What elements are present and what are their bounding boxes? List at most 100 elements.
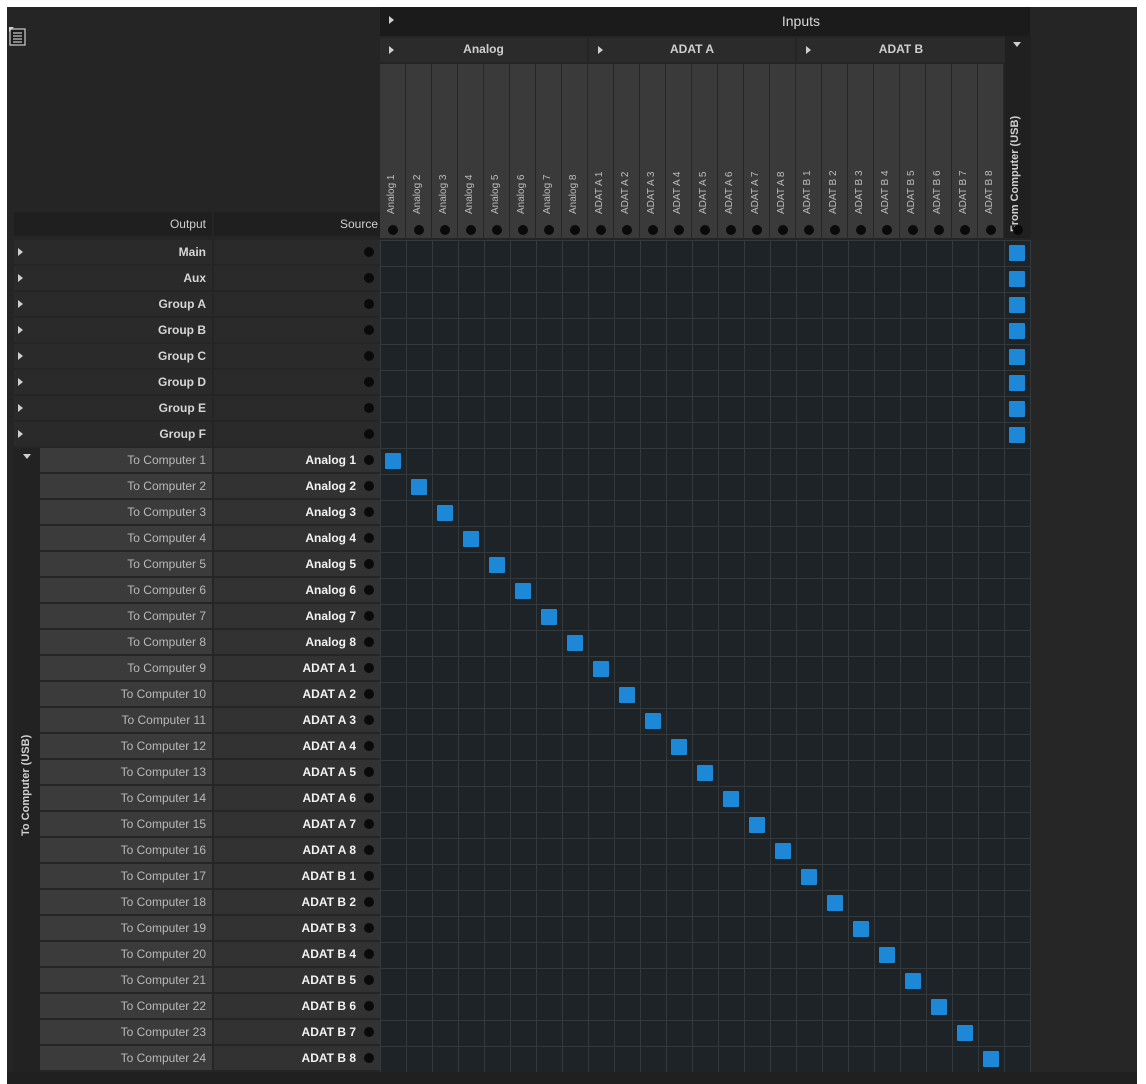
input-channel-header[interactable]: ADAT B 4 <box>874 64 900 238</box>
computer-output-source[interactable]: ADAT A 4 <box>214 734 380 758</box>
input-channel-header[interactable]: ADAT A 6 <box>718 64 744 238</box>
mix-output-row[interactable]: Group D <box>7 370 380 394</box>
computer-output-row[interactable]: To Computer 1 Analog 1 <box>7 448 380 472</box>
computer-output-row[interactable]: To Computer 4 Analog 4 <box>7 526 380 550</box>
active-route-cell[interactable] <box>1009 271 1025 287</box>
mix-output-source[interactable] <box>214 396 380 420</box>
triangle-right-icon[interactable] <box>18 404 23 412</box>
input-channel-header[interactable]: Analog 5 <box>484 64 510 238</box>
computer-output-source[interactable]: ADAT B 8 <box>214 1046 380 1070</box>
active-route-cell[interactable] <box>905 973 921 989</box>
mix-output-source[interactable] <box>214 422 380 446</box>
active-route-cell[interactable] <box>983 1051 999 1067</box>
triangle-right-icon[interactable] <box>18 326 23 334</box>
input-channel-header[interactable]: Analog 7 <box>536 64 562 238</box>
mix-output-row[interactable]: Group C <box>7 344 380 368</box>
active-route-cell[interactable] <box>749 817 765 833</box>
computer-output-row[interactable]: To Computer 2 Analog 2 <box>7 474 380 498</box>
active-route-cell[interactable] <box>1009 427 1025 443</box>
computer-output-source[interactable]: ADAT A 6 <box>214 786 380 810</box>
mix-output-row[interactable]: Group E <box>7 396 380 420</box>
active-route-cell[interactable] <box>1009 401 1025 417</box>
input-channel-header[interactable]: ADAT B 3 <box>848 64 874 238</box>
computer-output-source[interactable]: Analog 6 <box>214 578 380 602</box>
triangle-right-icon[interactable] <box>18 430 23 438</box>
active-route-cell[interactable] <box>801 869 817 885</box>
computer-output-source[interactable]: ADAT A 5 <box>214 760 380 784</box>
active-route-cell[interactable] <box>1009 245 1025 261</box>
mix-output-source[interactable] <box>214 240 380 264</box>
computer-output-source[interactable]: ADAT B 2 <box>214 890 380 914</box>
list-menu-icon[interactable] <box>9 27 27 47</box>
computer-output-source[interactable]: ADAT A 3 <box>214 708 380 732</box>
active-route-cell[interactable] <box>567 635 583 651</box>
computer-output-row[interactable]: To Computer 5 Analog 5 <box>7 552 380 576</box>
active-route-cell[interactable] <box>1009 375 1025 391</box>
computer-output-row[interactable]: To Computer 11 ADAT A 3 <box>7 708 380 732</box>
computer-output-row[interactable]: To Computer 14 ADAT A 6 <box>7 786 380 810</box>
computer-output-row[interactable]: To Computer 17 ADAT B 1 <box>7 864 380 888</box>
computer-output-row[interactable]: To Computer 19 ADAT B 3 <box>7 916 380 940</box>
input-channel-header[interactable]: ADAT A 5 <box>692 64 718 238</box>
mix-output-row[interactable]: Group A <box>7 292 380 316</box>
computer-output-source[interactable]: Analog 3 <box>214 500 380 524</box>
active-route-cell[interactable] <box>385 453 401 469</box>
group-header-adat-a[interactable]: ADAT A <box>589 38 795 62</box>
computer-output-row[interactable]: To Computer 23 ADAT B 7 <box>7 1020 380 1044</box>
active-route-cell[interactable] <box>593 661 609 677</box>
triangle-right-icon[interactable] <box>18 274 23 282</box>
input-channel-header[interactable]: ADAT A 8 <box>770 64 796 238</box>
input-channel-header[interactable]: ADAT A 7 <box>744 64 770 238</box>
computer-output-row[interactable]: To Computer 9 ADAT A 1 <box>7 656 380 680</box>
active-route-cell[interactable] <box>619 687 635 703</box>
active-route-cell[interactable] <box>645 713 661 729</box>
input-channel-header[interactable]: ADAT A 2 <box>614 64 640 238</box>
active-route-cell[interactable] <box>775 843 791 859</box>
triangle-right-icon[interactable] <box>598 46 603 54</box>
active-route-cell[interactable] <box>879 947 895 963</box>
mix-output-source[interactable] <box>214 370 380 394</box>
active-route-cell[interactable] <box>463 531 479 547</box>
mix-output-source[interactable] <box>214 292 380 316</box>
active-route-cell[interactable] <box>853 921 869 937</box>
active-route-cell[interactable] <box>697 765 713 781</box>
active-route-cell[interactable] <box>827 895 843 911</box>
computer-output-source[interactable]: Analog 5 <box>214 552 380 576</box>
computer-output-row[interactable]: To Computer 15 ADAT A 7 <box>7 812 380 836</box>
computer-output-source[interactable]: ADAT A 1 <box>214 656 380 680</box>
computer-output-row[interactable]: To Computer 7 Analog 7 <box>7 604 380 628</box>
input-channel-header[interactable]: ADAT A 3 <box>640 64 666 238</box>
input-channel-header[interactable]: ADAT A 1 <box>588 64 614 238</box>
mix-output-row[interactable]: Main <box>7 240 380 264</box>
computer-output-source[interactable]: ADAT A 7 <box>214 812 380 836</box>
computer-output-source[interactable]: ADAT B 6 <box>214 994 380 1018</box>
computer-output-source[interactable]: ADAT B 5 <box>214 968 380 992</box>
active-route-cell[interactable] <box>1009 323 1025 339</box>
active-route-cell[interactable] <box>541 609 557 625</box>
group-header-analog[interactable]: Analog <box>380 38 587 62</box>
computer-output-row[interactable]: To Computer 21 ADAT B 5 <box>7 968 380 992</box>
computer-output-source[interactable]: Analog 4 <box>214 526 380 550</box>
input-channel-header[interactable]: ADAT B 5 <box>900 64 926 238</box>
computer-output-source[interactable]: ADAT B 1 <box>214 864 380 888</box>
mix-output-source[interactable] <box>214 344 380 368</box>
mix-output-row[interactable]: Aux <box>7 266 380 290</box>
computer-output-row[interactable]: To Computer 3 Analog 3 <box>7 500 380 524</box>
input-channel-header[interactable]: ADAT B 2 <box>822 64 848 238</box>
computer-output-source[interactable]: ADAT A 2 <box>214 682 380 706</box>
active-route-cell[interactable] <box>411 479 427 495</box>
triangle-right-icon[interactable] <box>806 46 811 54</box>
input-channel-header[interactable]: ADAT B 7 <box>952 64 978 238</box>
triangle-right-icon[interactable] <box>18 248 23 256</box>
triangle-right-icon[interactable] <box>18 300 23 308</box>
computer-output-source[interactable]: Analog 2 <box>214 474 380 498</box>
computer-output-row[interactable]: To Computer 20 ADAT B 4 <box>7 942 380 966</box>
input-channel-header[interactable]: ADAT B 1 <box>796 64 822 238</box>
computer-output-row[interactable]: To Computer 18 ADAT B 2 <box>7 890 380 914</box>
active-route-cell[interactable] <box>1009 297 1025 313</box>
computer-output-source[interactable]: Analog 7 <box>214 604 380 628</box>
computer-output-row[interactable]: To Computer 12 ADAT A 4 <box>7 734 380 758</box>
mix-output-row[interactable]: Group F <box>7 422 380 446</box>
computer-output-row[interactable]: To Computer 6 Analog 6 <box>7 578 380 602</box>
active-route-cell[interactable] <box>723 791 739 807</box>
